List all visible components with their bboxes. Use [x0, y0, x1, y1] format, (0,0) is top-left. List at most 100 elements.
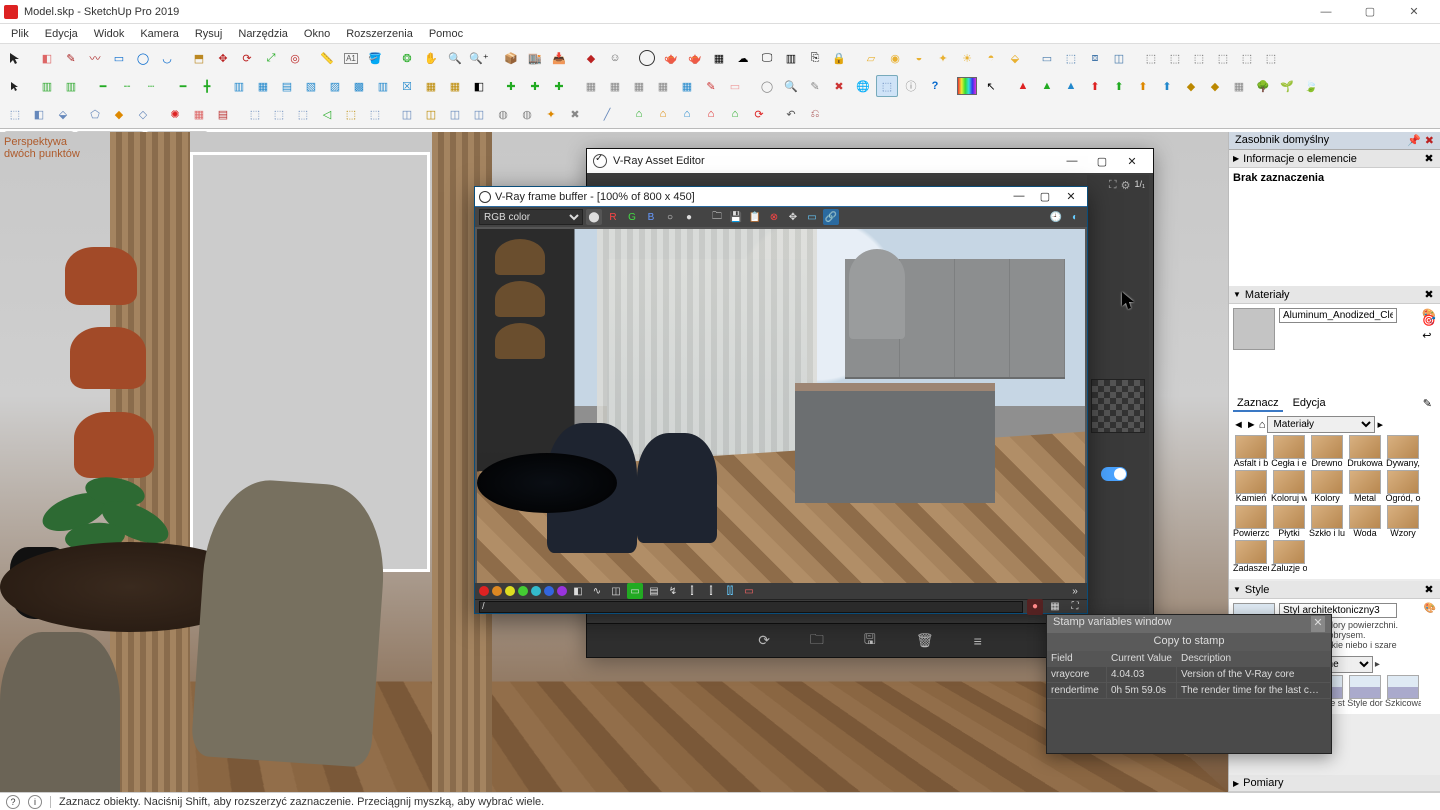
- window-minimize[interactable]: ―: [1304, 0, 1348, 24]
- material-name-input[interactable]: [1279, 308, 1397, 323]
- dash-3-icon[interactable]: ┄: [140, 75, 162, 97]
- material-category[interactable]: Powierzc: [1233, 505, 1269, 538]
- stamp-close[interactable]: ✕: [1311, 616, 1325, 632]
- r3-4-icon[interactable]: ◫: [468, 103, 490, 125]
- cc-dot-blue[interactable]: [544, 586, 554, 596]
- prev-view-icon[interactable]: ▥: [36, 75, 58, 97]
- vfb-history-icon[interactable]: 🕘: [1048, 209, 1064, 225]
- vray-interactive-icon[interactable]: 🫖: [684, 47, 706, 69]
- stamp-cell[interactable]: vraycore: [1047, 667, 1107, 683]
- style-item[interactable]: Style dor: [1347, 675, 1383, 708]
- stamp-cell[interactable]: rendertime: [1047, 683, 1107, 699]
- vray-light-ies-icon[interactable]: ✦: [932, 47, 954, 69]
- material-category[interactable]: Kolory: [1309, 470, 1345, 503]
- cube-5-icon[interactable]: ⬚: [364, 103, 386, 125]
- panel-info-head[interactable]: ▶Informacje o elemencie✖: [1229, 150, 1440, 168]
- vae-folder-icon[interactable]: 🗀: [810, 629, 824, 653]
- delete-icon[interactable]: ✖: [828, 75, 850, 97]
- vfb-pixel-icon[interactable]: ▦: [1047, 599, 1063, 615]
- select-tool-icon[interactable]: [4, 47, 26, 69]
- roof-3-icon[interactable]: ▲: [1060, 75, 1082, 97]
- home-icon[interactable]: ⌂: [1259, 419, 1266, 431]
- grid-1-icon[interactable]: ▦: [580, 75, 602, 97]
- cube-1-icon[interactable]: ⬚: [244, 103, 266, 125]
- material-category[interactable]: Koloruj w: [1271, 470, 1307, 503]
- grid-6-icon[interactable]: ✎: [700, 75, 722, 97]
- dash-1-icon[interactable]: ━: [92, 75, 114, 97]
- edit-icon[interactable]: ✎: [804, 75, 826, 97]
- vae-layers-icon[interactable]: ≡: [974, 633, 982, 649]
- cube-4-icon[interactable]: ⬚: [340, 103, 362, 125]
- cc-hist-icon[interactable]: ◧: [570, 583, 586, 599]
- home-o-icon[interactable]: ⌂: [652, 103, 674, 125]
- vray-lock-icon[interactable]: 🔒: [828, 47, 850, 69]
- menu-plik[interactable]: Plik: [4, 26, 36, 42]
- vray-render-icon[interactable]: 🫖: [660, 47, 682, 69]
- vfb-minimize[interactable]: ―: [1007, 190, 1031, 203]
- cc-dot-red[interactable]: [479, 586, 489, 596]
- vfb-close[interactable]: ✕: [1059, 190, 1083, 203]
- circle-tool-2-icon[interactable]: ◯: [756, 75, 778, 97]
- r3-tool-icon[interactable]: ✖: [564, 103, 586, 125]
- menu-edycja[interactable]: Edycja: [38, 26, 85, 42]
- vfb-maximize[interactable]: ▢: [1033, 190, 1057, 203]
- material-category[interactable]: Asfalt i b: [1233, 435, 1269, 468]
- vae-close[interactable]: ✕: [1117, 155, 1147, 168]
- vae-gear-icon[interactable]: ⚙: [1121, 179, 1131, 192]
- vae-maximize[interactable]: ▢: [1087, 155, 1117, 168]
- vray-vfb-icon[interactable]: 🖵: [756, 47, 778, 69]
- offset-tool-icon[interactable]: ◎: [284, 47, 306, 69]
- menu-narzedzia[interactable]: Narzędzia: [231, 26, 295, 42]
- plane-5-icon[interactable]: ▨: [324, 75, 346, 97]
- grid-7-icon[interactable]: ▭: [724, 75, 746, 97]
- details-icon[interactable]: ▸: [1377, 418, 1383, 431]
- plane-6-icon[interactable]: ▩: [348, 75, 370, 97]
- material-category[interactable]: Ogród, o: [1385, 470, 1421, 503]
- r3-3-icon[interactable]: ◫: [444, 103, 466, 125]
- roof-10-icon[interactable]: ▦: [1228, 75, 1250, 97]
- vray-util-1-icon[interactable]: ⬚: [1140, 47, 1162, 69]
- roof-5-icon[interactable]: ⬆: [1108, 75, 1130, 97]
- tree-icon[interactable]: 🌳: [1252, 75, 1274, 97]
- vae-expand-icon[interactable]: ⛶: [1109, 179, 1117, 192]
- cc-dot-orange[interactable]: [492, 586, 502, 596]
- home-b-icon[interactable]: ⌂: [676, 103, 698, 125]
- box-edge-icon[interactable]: ⬚: [4, 103, 26, 125]
- plus-3-icon[interactable]: ✚: [548, 75, 570, 97]
- vray-infinite-plane-icon[interactable]: ▭: [1036, 47, 1058, 69]
- material-library-select[interactable]: Materiały: [1267, 416, 1375, 433]
- vray-util-3-icon[interactable]: ⬚: [1188, 47, 1210, 69]
- cube-3-icon[interactable]: ⬚: [292, 103, 314, 125]
- material-category[interactable]: Kamień: [1233, 470, 1269, 503]
- plane-4-icon[interactable]: ▧: [300, 75, 322, 97]
- cc-icc-icon[interactable]: ⫿: [684, 583, 700, 599]
- plus-1-icon[interactable]: ✚: [500, 75, 522, 97]
- shape-3-icon[interactable]: ◇: [132, 103, 154, 125]
- line-alt-1-icon[interactable]: ━: [172, 75, 194, 97]
- vray-light-omni-icon[interactable]: ☀: [956, 47, 978, 69]
- undo-icon[interactable]: ↶: [780, 103, 802, 125]
- menu-pomoc[interactable]: Pomoc: [422, 26, 470, 42]
- vray-viewport-icon[interactable]: ▦: [708, 47, 730, 69]
- pan-tool-icon[interactable]: ✋: [420, 47, 442, 69]
- zoom-tool-icon[interactable]: 🔍: [444, 47, 466, 69]
- material-tab-edit[interactable]: Edycja: [1289, 396, 1330, 412]
- vae-minimize[interactable]: ―: [1057, 155, 1087, 168]
- cc-stamp-icon[interactable]: ▭: [741, 583, 757, 599]
- roof-6-icon[interactable]: ⬆: [1132, 75, 1154, 97]
- menu-rozszerzenia[interactable]: Rozszerzenia: [339, 26, 420, 42]
- cc-dot-purple[interactable]: [557, 586, 567, 596]
- dash-2-icon[interactable]: ╌: [116, 75, 138, 97]
- window-close[interactable]: ✕: [1392, 0, 1436, 24]
- component-icon[interactable]: 📦: [500, 47, 522, 69]
- vfb-ext-icon[interactable]: ⛶: [1067, 599, 1083, 615]
- material-revert-icon[interactable]: ↩: [1422, 329, 1436, 342]
- menu-widok[interactable]: Widok: [87, 26, 132, 42]
- vae-titlebar[interactable]: V-Ray Asset Editor ― ▢ ✕: [587, 149, 1153, 173]
- material-category[interactable]: Metal: [1347, 470, 1383, 503]
- vae-toggle-1[interactable]: [1101, 467, 1127, 481]
- material-category[interactable]: Płytki: [1271, 505, 1307, 538]
- cc-lut-icon[interactable]: ▤: [646, 583, 662, 599]
- cc-dot-cyan[interactable]: [531, 586, 541, 596]
- window-maximize[interactable]: ▢: [1348, 0, 1392, 24]
